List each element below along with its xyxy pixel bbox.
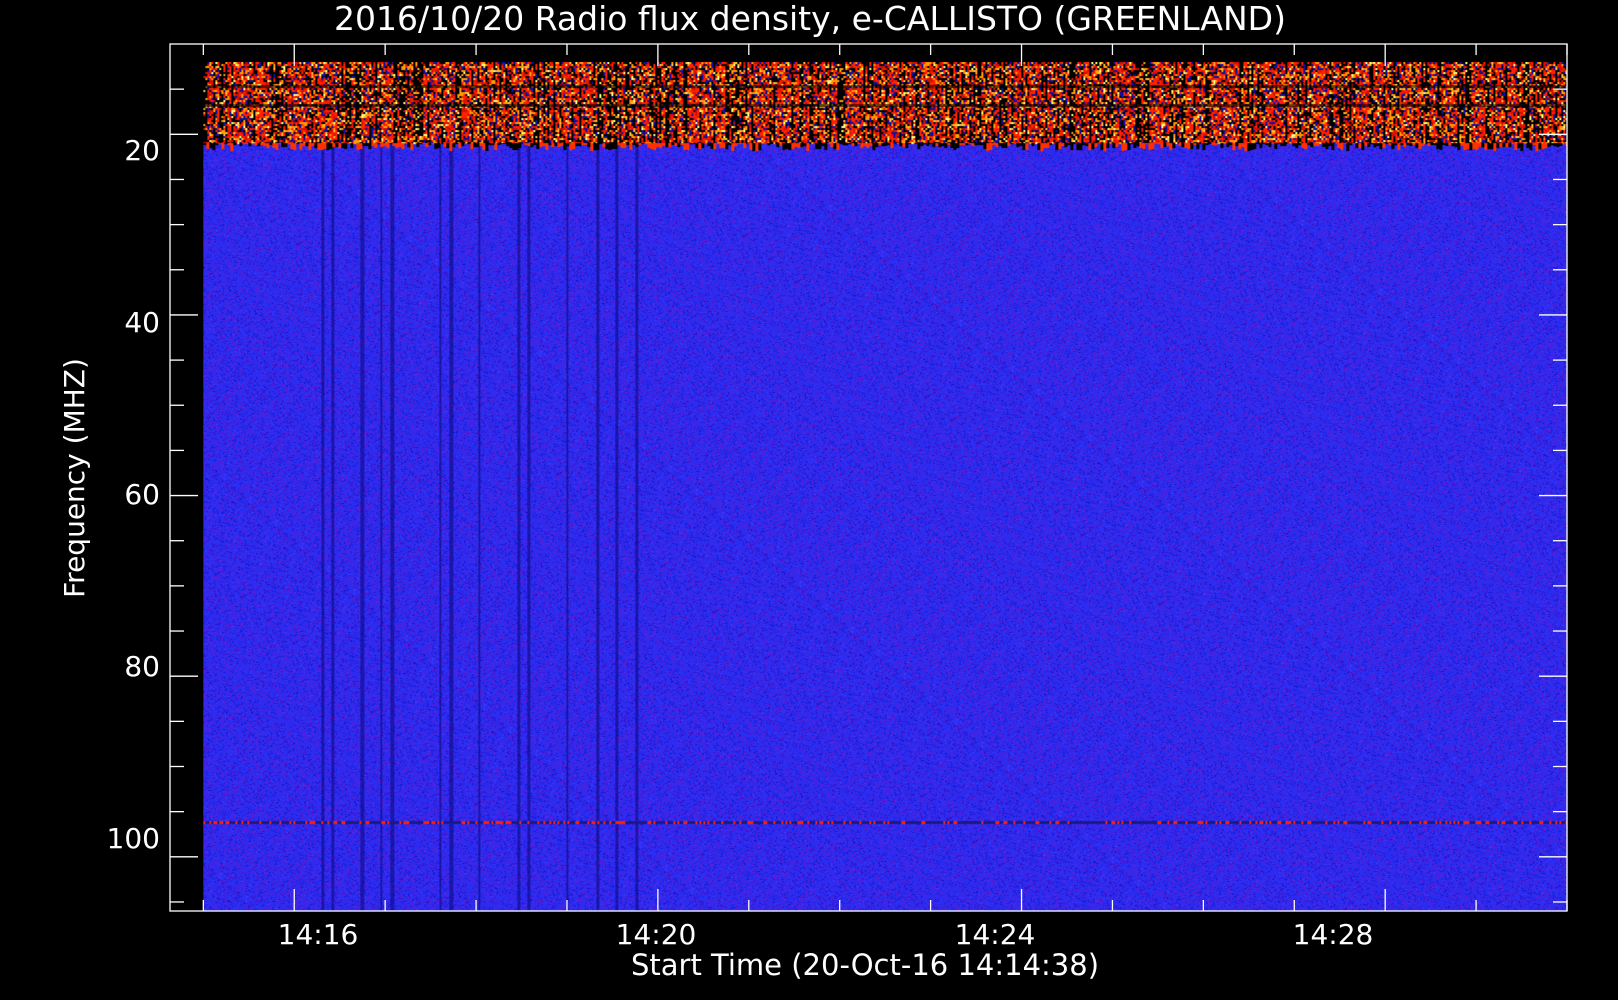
- x-tick-label: 14:16: [278, 918, 359, 951]
- x-tick-label: 14:20: [616, 918, 697, 951]
- chart-title: 2016/10/20 Radio flux density, e-CALLIST…: [334, 0, 1286, 38]
- y-tick-label: 100: [107, 822, 160, 855]
- y-axis-label: Frequency (MHZ): [58, 358, 91, 598]
- y-tick-label: 60: [124, 478, 160, 511]
- y-tick-label: 20: [124, 134, 160, 167]
- x-tick-label: 14:24: [955, 918, 1036, 951]
- x-axis-label: Start Time (20-Oct-16 14:14:38): [631, 948, 1099, 982]
- spectrogram-chart: 2016/10/20 Radio flux density, e-CALLIST…: [0, 0, 1618, 1000]
- heatmap-raster: [203, 62, 1568, 912]
- x-tick-label: 14:28: [1293, 918, 1374, 951]
- y-tick-label: 80: [124, 650, 160, 683]
- y-tick-label: 40: [124, 306, 160, 339]
- heatmap-image: [203, 62, 1568, 912]
